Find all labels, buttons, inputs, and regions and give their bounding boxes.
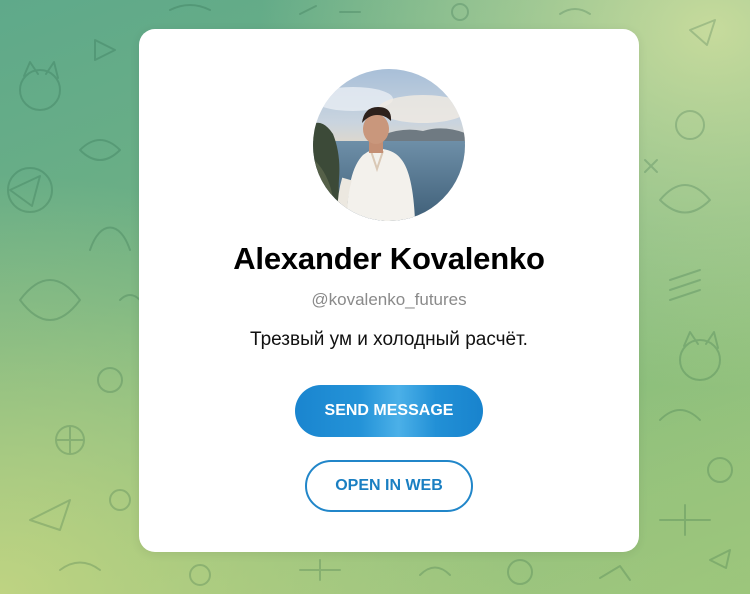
profile-photo-icon: [313, 69, 465, 221]
profile-card: Alexander Kovalenko @kovalenko_futures Т…: [139, 29, 639, 552]
send-message-button[interactable]: SEND MESSAGE: [295, 385, 483, 437]
profile-name: Alexander Kovalenko: [233, 241, 545, 276]
open-in-web-button[interactable]: OPEN IN WEB: [305, 460, 473, 512]
profile-username: @kovalenko_futures: [311, 290, 467, 309]
avatar[interactable]: [313, 69, 465, 221]
profile-bio: Трезвый ум и холодный расчёт.: [250, 329, 528, 350]
